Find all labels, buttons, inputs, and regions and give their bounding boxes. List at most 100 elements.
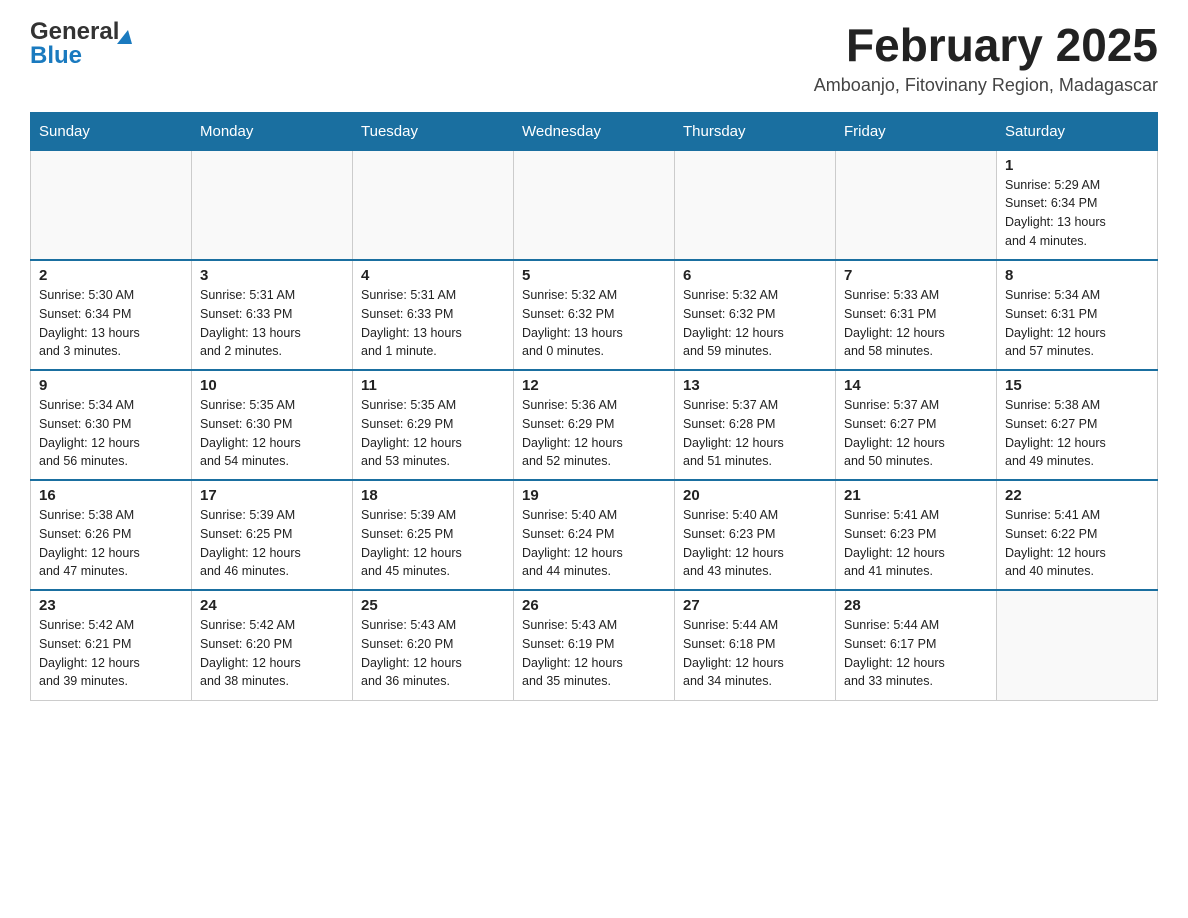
day-info: Sunrise: 5:41 AM Sunset: 6:22 PM Dayligh… <box>1005 506 1149 581</box>
day-info: Sunrise: 5:31 AM Sunset: 6:33 PM Dayligh… <box>200 286 344 361</box>
day-number: 21 <box>844 487 988 504</box>
day-number: 15 <box>1005 377 1149 394</box>
calendar-cell <box>31 150 192 260</box>
day-info: Sunrise: 5:37 AM Sunset: 6:28 PM Dayligh… <box>683 396 827 471</box>
day-number: 11 <box>361 377 505 394</box>
day-info: Sunrise: 5:40 AM Sunset: 6:23 PM Dayligh… <box>683 506 827 581</box>
calendar-cell: 25Sunrise: 5:43 AM Sunset: 6:20 PM Dayli… <box>353 590 514 700</box>
weekday-header-friday: Friday <box>836 112 997 150</box>
calendar-week-row: 2 Sunrise: 5:30 AM Sunset: 6:34 PM Daylig… <box>31 260 1158 370</box>
day-number: 4 <box>361 267 505 284</box>
calendar-cell: 10Sunrise: 5:35 AM Sunset: 6:30 PM Dayli… <box>192 370 353 480</box>
calendar-cell: 22Sunrise: 5:41 AM Sunset: 6:22 PM Dayli… <box>997 480 1158 590</box>
day-info: Sunrise: 5:38 AM Sunset: 6:27 PM Dayligh… <box>1005 396 1149 471</box>
day-info: Sunrise: 5:39 AM Sunset: 6:25 PM Dayligh… <box>200 506 344 581</box>
day-number: 19 <box>522 487 666 504</box>
page-header: General Blue February 2025 Amboanjo, Fit… <box>30 20 1158 96</box>
day-info: Sunrise: 5:30 AM Sunset: 6:34 PM Dayligh… <box>39 286 183 361</box>
day-number: 20 <box>683 487 827 504</box>
calendar-cell: 17 Sunrise: 5:39 AM Sunset: 6:25 PM Dayli… <box>192 480 353 590</box>
calendar-cell: 18 Sunrise: 5:39 AM Sunset: 6:25 PM Dayli… <box>353 480 514 590</box>
day-number: 14 <box>844 377 988 394</box>
calendar-cell: 3 Sunrise: 5:31 AM Sunset: 6:33 PM Daylig… <box>192 260 353 370</box>
day-info: Sunrise: 5:37 AM Sunset: 6:27 PM Dayligh… <box>844 396 988 471</box>
day-number: 16 <box>39 487 183 504</box>
calendar-cell: 5Sunrise: 5:32 AM Sunset: 6:32 PM Daylig… <box>514 260 675 370</box>
day-info: Sunrise: 5:42 AM Sunset: 6:21 PM Dayligh… <box>39 616 183 691</box>
day-number: 9 <box>39 377 183 394</box>
calendar-cell: 19Sunrise: 5:40 AM Sunset: 6:24 PM Dayli… <box>514 480 675 590</box>
calendar-cell: 28Sunrise: 5:44 AM Sunset: 6:17 PM Dayli… <box>836 590 997 700</box>
calendar-week-row: 16 Sunrise: 5:38 AM Sunset: 6:26 PM Dayli… <box>31 480 1158 590</box>
calendar-week-row: 9 Sunrise: 5:34 AM Sunset: 6:30 PM Daylig… <box>31 370 1158 480</box>
calendar-cell: 20 Sunrise: 5:40 AM Sunset: 6:23 PM Dayli… <box>675 480 836 590</box>
calendar-cell: 23Sunrise: 5:42 AM Sunset: 6:21 PM Dayli… <box>31 590 192 700</box>
calendar-cell: 7 Sunrise: 5:33 AM Sunset: 6:31 PM Daylig… <box>836 260 997 370</box>
day-info: Sunrise: 5:34 AM Sunset: 6:30 PM Dayligh… <box>39 396 183 471</box>
day-number: 10 <box>200 377 344 394</box>
day-info: Sunrise: 5:41 AM Sunset: 6:23 PM Dayligh… <box>844 506 988 581</box>
title-area: February 2025 Amboanjo, Fitovinany Regio… <box>814 20 1158 96</box>
weekday-header-wednesday: Wednesday <box>514 112 675 150</box>
day-number: 18 <box>361 487 505 504</box>
logo-triangle-icon <box>117 30 132 44</box>
day-number: 3 <box>200 267 344 284</box>
day-info: Sunrise: 5:31 AM Sunset: 6:33 PM Dayligh… <box>361 286 505 361</box>
calendar-cell: 4 Sunrise: 5:31 AM Sunset: 6:33 PM Daylig… <box>353 260 514 370</box>
calendar-cell <box>353 150 514 260</box>
weekday-header-saturday: Saturday <box>997 112 1158 150</box>
calendar-cell: 11 Sunrise: 5:35 AM Sunset: 6:29 PM Dayli… <box>353 370 514 480</box>
day-number: 17 <box>200 487 344 504</box>
weekday-header-sunday: Sunday <box>31 112 192 150</box>
day-number: 7 <box>844 267 988 284</box>
weekday-header-row: SundayMondayTuesdayWednesdayThursdayFrid… <box>31 112 1158 150</box>
day-number: 12 <box>522 377 666 394</box>
day-info: Sunrise: 5:35 AM Sunset: 6:29 PM Dayligh… <box>361 396 505 471</box>
day-number: 2 <box>39 267 183 284</box>
day-info: Sunrise: 5:38 AM Sunset: 6:26 PM Dayligh… <box>39 506 183 581</box>
calendar-cell: 8 Sunrise: 5:34 AM Sunset: 6:31 PM Daylig… <box>997 260 1158 370</box>
calendar-cell: 27Sunrise: 5:44 AM Sunset: 6:18 PM Dayli… <box>675 590 836 700</box>
calendar-cell: 2 Sunrise: 5:30 AM Sunset: 6:34 PM Daylig… <box>31 260 192 370</box>
calendar-week-row: 23Sunrise: 5:42 AM Sunset: 6:21 PM Dayli… <box>31 590 1158 700</box>
calendar-cell <box>192 150 353 260</box>
day-info: Sunrise: 5:32 AM Sunset: 6:32 PM Dayligh… <box>683 286 827 361</box>
calendar-cell: 26 Sunrise: 5:43 AM Sunset: 6:19 PM Dayli… <box>514 590 675 700</box>
day-info: Sunrise: 5:43 AM Sunset: 6:20 PM Dayligh… <box>361 616 505 691</box>
month-title: February 2025 <box>814 20 1158 71</box>
day-number: 6 <box>683 267 827 284</box>
calendar-cell: 9 Sunrise: 5:34 AM Sunset: 6:30 PM Daylig… <box>31 370 192 480</box>
calendar-cell: 16 Sunrise: 5:38 AM Sunset: 6:26 PM Dayli… <box>31 480 192 590</box>
calendar-cell: 13Sunrise: 5:37 AM Sunset: 6:28 PM Dayli… <box>675 370 836 480</box>
calendar-cell <box>997 590 1158 700</box>
calendar-cell: 14 Sunrise: 5:37 AM Sunset: 6:27 PM Dayli… <box>836 370 997 480</box>
calendar-week-row: 1 Sunrise: 5:29 AM Sunset: 6:34 PM Daylig… <box>31 150 1158 260</box>
logo: General Blue <box>30 20 132 68</box>
calendar-cell: 6 Sunrise: 5:32 AM Sunset: 6:32 PM Daylig… <box>675 260 836 370</box>
calendar-cell: 15 Sunrise: 5:38 AM Sunset: 6:27 PM Dayli… <box>997 370 1158 480</box>
day-info: Sunrise: 5:34 AM Sunset: 6:31 PM Dayligh… <box>1005 286 1149 361</box>
day-info: Sunrise: 5:42 AM Sunset: 6:20 PM Dayligh… <box>200 616 344 691</box>
day-number: 28 <box>844 597 988 614</box>
calendar-body: 1 Sunrise: 5:29 AM Sunset: 6:34 PM Daylig… <box>31 150 1158 700</box>
day-number: 1 <box>1005 157 1149 174</box>
day-info: Sunrise: 5:29 AM Sunset: 6:34 PM Dayligh… <box>1005 176 1149 251</box>
day-info: Sunrise: 5:36 AM Sunset: 6:29 PM Dayligh… <box>522 396 666 471</box>
weekday-header-tuesday: Tuesday <box>353 112 514 150</box>
day-info: Sunrise: 5:33 AM Sunset: 6:31 PM Dayligh… <box>844 286 988 361</box>
calendar-cell <box>514 150 675 260</box>
day-number: 26 <box>522 597 666 614</box>
weekday-header-thursday: Thursday <box>675 112 836 150</box>
calendar-header: SundayMondayTuesdayWednesdayThursdayFrid… <box>31 112 1158 150</box>
day-number: 8 <box>1005 267 1149 284</box>
weekday-header-monday: Monday <box>192 112 353 150</box>
day-info: Sunrise: 5:32 AM Sunset: 6:32 PM Dayligh… <box>522 286 666 361</box>
calendar-cell: 24Sunrise: 5:42 AM Sunset: 6:20 PM Dayli… <box>192 590 353 700</box>
day-info: Sunrise: 5:44 AM Sunset: 6:18 PM Dayligh… <box>683 616 827 691</box>
logo-blue-text: Blue <box>30 42 82 69</box>
calendar-cell <box>836 150 997 260</box>
calendar-cell: 1 Sunrise: 5:29 AM Sunset: 6:34 PM Daylig… <box>997 150 1158 260</box>
day-info: Sunrise: 5:43 AM Sunset: 6:19 PM Dayligh… <box>522 616 666 691</box>
logo-general-text: General <box>30 20 119 44</box>
day-info: Sunrise: 5:39 AM Sunset: 6:25 PM Dayligh… <box>361 506 505 581</box>
